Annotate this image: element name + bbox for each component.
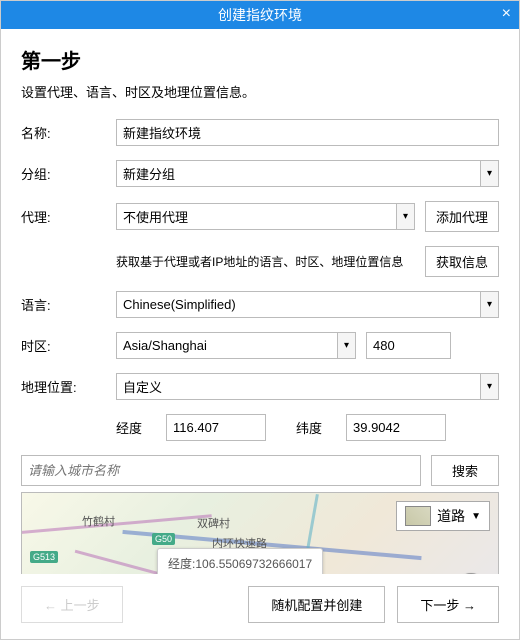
lat-label: 纬度 xyxy=(296,418,346,437)
map-place: 竹鹤村 xyxy=(82,513,115,529)
map-type-selector[interactable]: 道路 ▼ xyxy=(396,501,490,531)
proxy-select[interactable] xyxy=(116,203,415,230)
chevron-down-icon: ▼ xyxy=(471,511,481,522)
road-shield: G50 xyxy=(152,533,175,545)
lang-label: 语言: xyxy=(21,295,116,314)
proxy-hint: 获取基于代理或者IP地址的语言、时区、地理位置信息 xyxy=(116,253,415,271)
get-info-button[interactable]: 获取信息 xyxy=(425,246,499,277)
proxy-label: 代理: xyxy=(21,207,116,226)
search-button[interactable]: 搜索 xyxy=(431,455,499,486)
lng-label: 经度 xyxy=(116,418,166,437)
map-tooltip: 经度:106.55069732666017 纬度:29.564699172973… xyxy=(157,548,323,574)
footer: ← 上一步 随机配置并创建 下一步 → xyxy=(1,574,519,639)
tz-offset-input[interactable] xyxy=(366,332,451,359)
tz-select[interactable] xyxy=(116,332,356,359)
prev-button: ← 上一步 xyxy=(21,586,123,623)
step-desc: 设置代理、语言、时区及地理位置信息。 xyxy=(21,82,499,101)
step-title: 第一步 xyxy=(21,45,499,74)
lang-select[interactable] xyxy=(116,291,499,318)
content-area: 第一步 设置代理、语言、时区及地理位置信息。 名称: 分组: ▾ 代理: ▾ 添… xyxy=(1,29,519,574)
chevron-down-icon[interactable]: ▾ xyxy=(396,204,414,229)
group-select[interactable] xyxy=(116,160,499,187)
add-proxy-button[interactable]: 添加代理 xyxy=(425,201,499,232)
geo-label: 地理位置: xyxy=(21,377,116,396)
close-icon[interactable]: × xyxy=(502,5,511,23)
city-search-input[interactable] xyxy=(21,455,421,486)
chevron-down-icon[interactable]: ▾ xyxy=(480,292,498,317)
map[interactable]: 竹鹤村 双碑村 内环快速路 牽牛洞 小岩石 瓦房子 屋基堡 蚂蝗梁 渝中区 G5… xyxy=(21,492,499,574)
lng-input[interactable] xyxy=(166,414,266,441)
geo-select[interactable] xyxy=(116,373,499,400)
titlebar: 创建指纹环境 × xyxy=(1,1,519,29)
next-button[interactable]: 下一步 → xyxy=(397,586,499,623)
chevron-down-icon[interactable]: ▾ xyxy=(480,161,498,186)
map-place: 双碑村 xyxy=(197,515,230,531)
road-shield: G513 xyxy=(30,551,58,563)
tz-label: 时区: xyxy=(21,336,116,355)
locate-icon[interactable] xyxy=(456,573,486,574)
random-create-button[interactable]: 随机配置并创建 xyxy=(248,586,385,623)
dialog: 创建指纹环境 × 第一步 设置代理、语言、时区及地理位置信息。 名称: 分组: … xyxy=(0,0,520,640)
name-label: 名称: xyxy=(21,123,116,142)
map-type-label: 道路 xyxy=(437,506,465,526)
name-input[interactable] xyxy=(116,119,499,146)
chevron-down-icon[interactable]: ▾ xyxy=(480,374,498,399)
map-type-icon xyxy=(405,506,431,526)
lat-input[interactable] xyxy=(346,414,446,441)
group-label: 分组: xyxy=(21,164,116,183)
chevron-down-icon[interactable]: ▾ xyxy=(337,333,355,358)
dialog-title: 创建指纹环境 xyxy=(218,5,302,25)
